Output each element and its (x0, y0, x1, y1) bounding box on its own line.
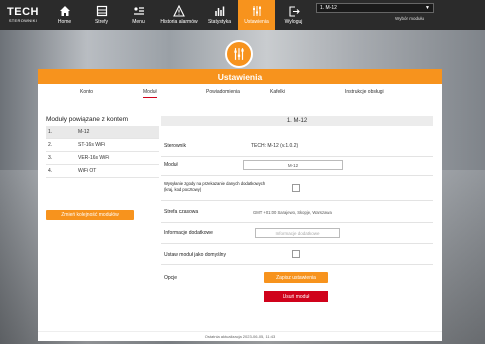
module-row-2[interactable]: 2. ST-16s WiFi (46, 139, 159, 152)
nav-item-settings[interactable]: Ustawienia (238, 0, 275, 30)
module-name-input-value: M-12 (287, 162, 299, 168)
module-number: 1. (48, 129, 53, 135)
module-row-1[interactable]: 1. M-12 (46, 126, 159, 139)
module-number: 2. (48, 142, 53, 148)
module-select-caption: Wybór modułu (395, 16, 424, 21)
timezone-value: GMT +01:00 Sarajewo, Skopje, Warszawa (253, 209, 332, 215)
extra-info-placeholder: Informacje dodatkowe (275, 230, 320, 236)
modules-list: 1. M-12 2. ST-16s WiFi 3. VER-16s WiFi 4. Wi… (46, 126, 159, 178)
module-name: M-12 (78, 129, 90, 135)
brand-logo: TECH STEROWNIKI (0, 0, 46, 30)
top-navigation-bar: TECH STEROWNIKI Home Strefy Menu Histori… (0, 0, 485, 30)
module-name: VER-16s WiFi (78, 155, 110, 161)
module-select-value: 1. M-12 (320, 5, 337, 11)
settings-badge-icon (225, 40, 253, 68)
module-row-3[interactable]: 3. VER-16s WiFi (46, 152, 159, 165)
nav-item-alarms[interactable]: Historia alarmów (157, 0, 201, 30)
brand-name: TECH (7, 6, 39, 18)
save-settings-button[interactable]: Zapisz ustawienia (264, 272, 328, 283)
settings-icon (252, 6, 261, 16)
home-icon (59, 6, 70, 16)
nav-label-home: Home (57, 19, 72, 25)
settings-sliders-icon (234, 48, 244, 60)
data-consent-checkbox[interactable] (292, 184, 300, 192)
settings-tabs: Konto Moduł Powiadomienia Kafelki Instru… (38, 84, 442, 100)
module-details-header: 1. M-12 (161, 116, 433, 126)
divider (161, 222, 433, 223)
timezone-label: Strefa czasowa (164, 209, 199, 215)
controller-label: Sterownik (164, 143, 186, 149)
modules-title: Moduły powiązane z kontem (46, 116, 129, 123)
nav-label-alarms: Historia alarmów (160, 19, 198, 25)
data-consent-label: Wysyłanie zgody na przekazanie danych do… (164, 181, 266, 192)
nav-label-settings: Ustawienia (244, 19, 269, 25)
module-number: 4. (48, 168, 53, 174)
nav-item-menu[interactable]: Menu (120, 0, 157, 30)
controller-value: TECH: M-12 (v.1.0.2) (251, 143, 299, 149)
nav-item-logout[interactable]: Wyloguj (275, 0, 312, 30)
nav-item-stats[interactable]: Statystyka (201, 0, 238, 30)
extra-info-label: Informacje dodatkowe (164, 230, 213, 236)
alarm-icon (173, 5, 185, 17)
reorder-modules-button[interactable]: Zmień kolejność modułów (46, 210, 134, 220)
chevron-down-icon: ▼ (425, 5, 430, 11)
tab-notifications[interactable]: Powiadomienia (206, 89, 240, 95)
default-module-label: Ustaw moduł jako domyślny (164, 252, 226, 258)
nav-menu: Home Strefy Menu Historia alarmów Statys… (46, 0, 312, 30)
options-label: Opcje (164, 275, 178, 281)
module-select-dropdown[interactable]: 1. M-12 ▼ (316, 3, 434, 13)
nav-label-stats: Statystyka (207, 19, 232, 25)
logout-icon (288, 6, 300, 17)
menu-icon (133, 7, 144, 15)
divider (161, 200, 433, 201)
zones-icon (96, 5, 107, 17)
tab-account[interactable]: Konto (80, 89, 93, 95)
divider (161, 156, 433, 157)
tab-tiles[interactable]: Kafelki (270, 89, 285, 95)
divider (161, 264, 433, 265)
module-selector: 1. M-12 ▼ Wybór modułu (316, 3, 434, 27)
brand-sub: STEROWNIKI (8, 18, 38, 23)
divider (161, 243, 433, 244)
panel-header: Ustawienia (38, 69, 442, 84)
last-update-text: Ostatnia aktualizacja 2023-06-05, 11:43 (204, 334, 276, 339)
module-name: ST-16s WiFi (78, 142, 106, 148)
nav-item-home[interactable]: Home (46, 0, 83, 30)
module-label: Moduł (164, 162, 178, 168)
tab-module[interactable]: Moduł (143, 89, 157, 98)
settings-panel: Ustawienia Konto Moduł Powiadomienia Kaf… (38, 69, 442, 341)
last-update-footer: Ostatnia aktualizacja 2023-06-05, 11:43 (38, 331, 442, 341)
module-name-input[interactable]: M-12 (243, 160, 343, 170)
panel-title: Ustawienia (217, 71, 263, 82)
delete-module-button[interactable]: Usuń moduł (264, 291, 328, 302)
timezone-select[interactable]: GMT +01:00 Sarajewo, Skopje, Warszawa (250, 207, 345, 217)
module-number: 3. (48, 155, 53, 161)
nav-label-zones: Strefy (94, 19, 109, 25)
extra-info-input[interactable]: Informacje dodatkowe (255, 228, 340, 238)
divider (161, 175, 433, 176)
stats-icon (214, 6, 224, 16)
default-module-checkbox[interactable] (292, 250, 300, 258)
module-name: WiFi OT (78, 168, 97, 174)
nav-item-zones[interactable]: Strefy (83, 0, 120, 30)
tab-manuals[interactable]: Instrukcje obsługi (345, 89, 384, 95)
nav-label-menu: Menu (132, 19, 145, 25)
module-row-4[interactable]: 4. WiFi OT (46, 165, 159, 178)
nav-label-logout: Wyloguj (284, 19, 303, 25)
